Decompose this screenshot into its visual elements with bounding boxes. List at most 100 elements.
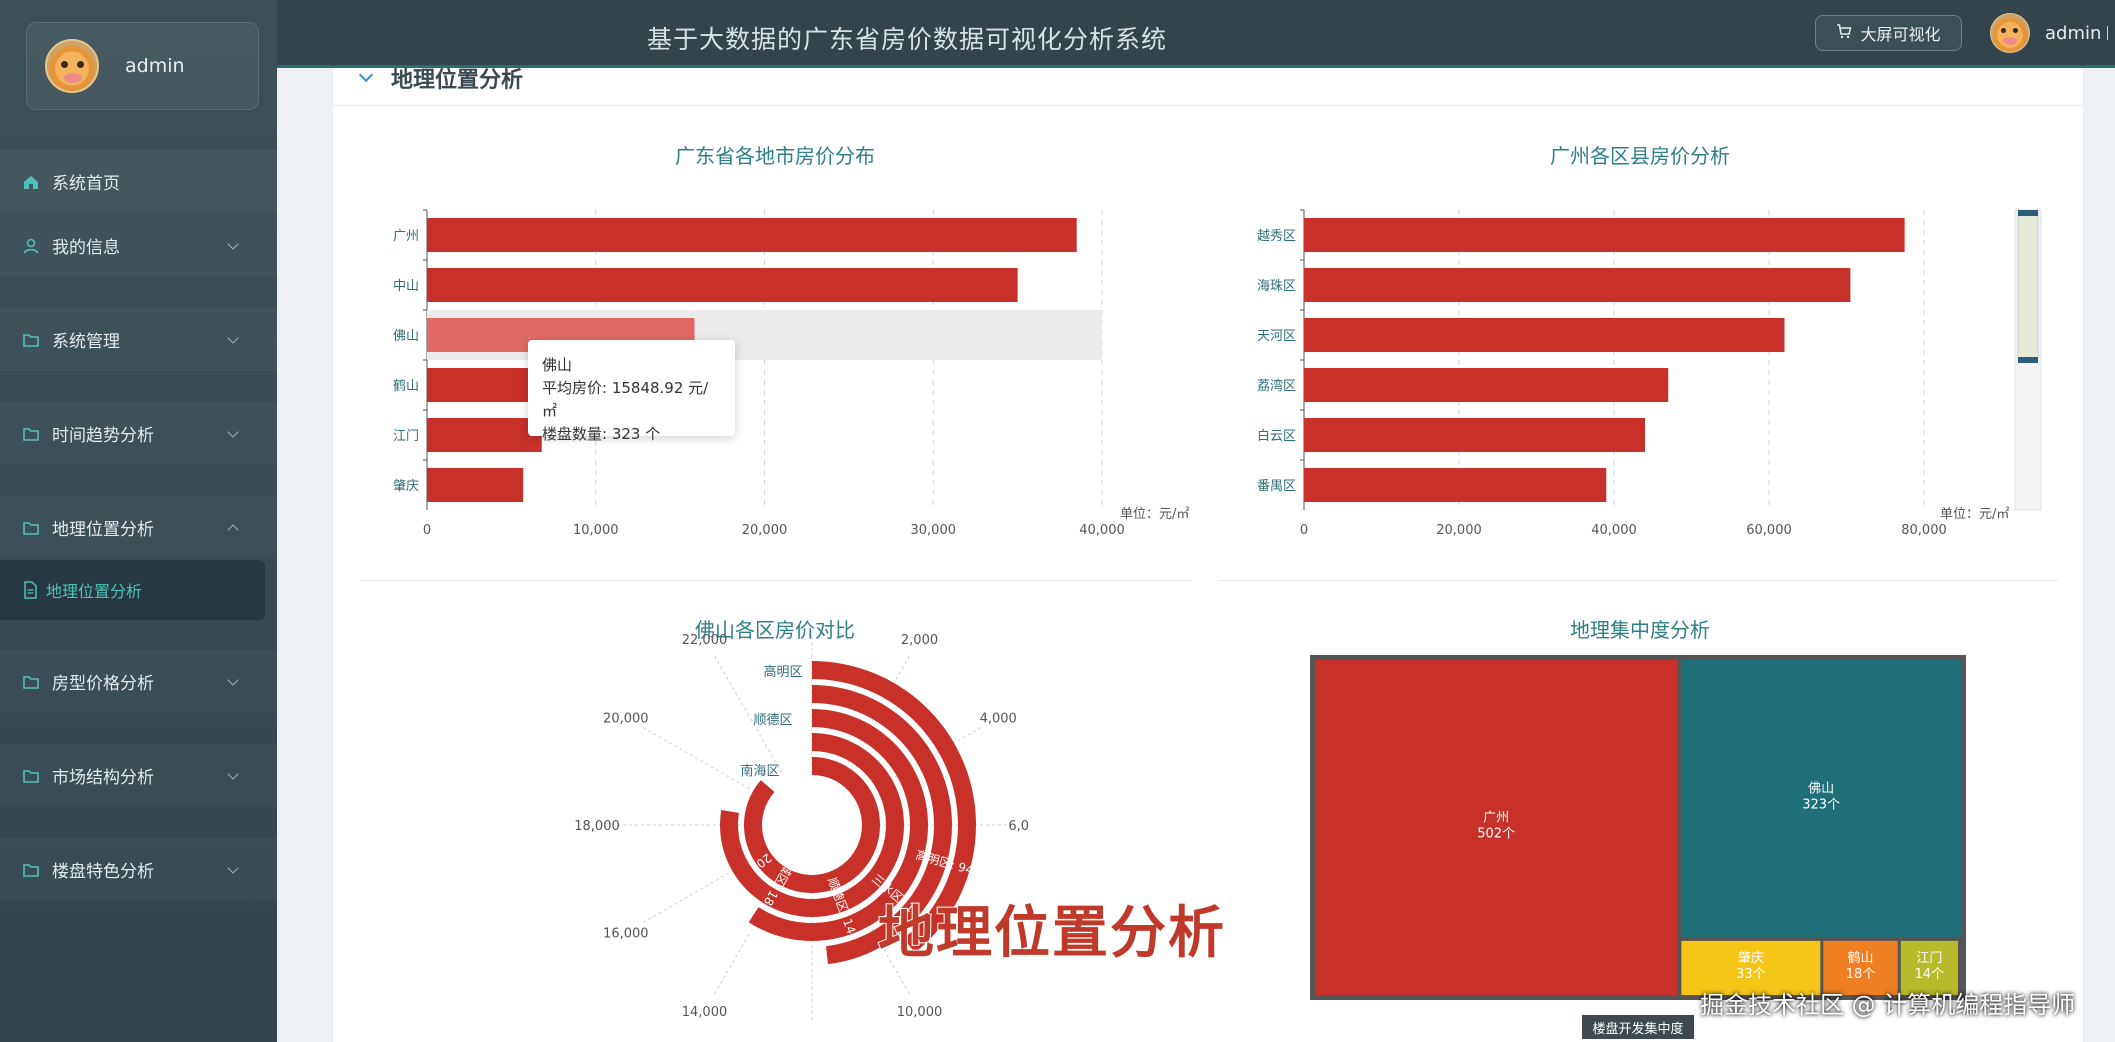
sidebar-item-label: 地理位置分析 <box>52 520 154 540</box>
chart-province-bar[interactable]: 0 10,000 20,000 30,000 40,000 广州中山佛山鹤山江门肇庆单位：… <box>360 195 1192 545</box>
x-tick-label: 20,000 <box>1436 523 1482 538</box>
bar <box>427 218 1077 252</box>
avatar <box>45 39 99 93</box>
sidebar: admin 系统首页 我的信息 系统管理 时间趋势分析 地理位置分析 地理位置分… <box>0 0 277 1042</box>
sidebar-item-label: 楼盘特色分析 <box>52 862 154 882</box>
angle-tick-label: 22,000 <box>682 633 728 648</box>
top-header: 基于大数据的广东省房价数据可视化分析系统 大屏可视化 admin <box>277 0 2115 68</box>
chart-guangzhou-bar[interactable]: 0 20,000 40,000 60,000 80,000 越秀区海珠区天河区荔湾区白云区… <box>1218 195 2058 545</box>
treemap-cell-name: 肇庆 <box>1738 951 1764 966</box>
sidebar-item-label: 时间趋势分析 <box>52 426 154 446</box>
chevron-down-icon <box>227 238 239 250</box>
y-tick-label: 佛山 <box>393 329 419 344</box>
treemap-cell-value: 14个 <box>1915 967 1945 982</box>
y-tick-label: 鹤山 <box>393 378 419 394</box>
bar <box>1304 418 1645 452</box>
sidebar-item-market[interactable]: 市场结构分析 <box>0 744 277 808</box>
x-tick-label: 80,000 <box>1901 523 1947 538</box>
angle-tick-label: 4,000 <box>980 712 1017 727</box>
page-title: 基于大数据的广东省房价数据可视化分析系统 <box>646 25 1167 54</box>
bar <box>427 418 542 452</box>
radial-category-label: 高明区 <box>763 664 802 680</box>
chart-treemap[interactable]: 广州502个 佛山323个肇庆33个 鹤山18个 江门14个 <box>1310 655 1966 1000</box>
treemap-legend: 楼盘开发集中度 <box>1582 1015 1694 1039</box>
folder-icon <box>20 423 42 445</box>
chart-tooltip: 佛山 平均房价: 15848.92 元/㎡ 楼盘数量: 323 个 <box>528 340 735 443</box>
sidebar-item-time-trend[interactable]: 时间趋势分析 <box>0 402 277 466</box>
bar <box>427 468 524 502</box>
chart-foshan-polar[interactable]: 02,0004,0006,00010,00012,00014,00016,000… <box>530 630 1030 1030</box>
radial-category-label: 顺德区 <box>753 713 792 728</box>
user-icon <box>20 235 42 257</box>
header-avatar[interactable] <box>1990 13 2030 53</box>
big-screen-label: 大屏可视化 <box>1860 25 1941 44</box>
y-tick-label: 肇庆 <box>393 479 419 494</box>
treemap-cell-value: 18个 <box>1846 967 1876 982</box>
angle-tick-label: 14,000 <box>682 1005 728 1020</box>
y-tick-label: 海珠区 <box>1257 279 1296 294</box>
chevron-up-icon <box>227 524 239 536</box>
chart-title-province: 广东省各地市房价分布 <box>675 144 875 168</box>
chart-title-guangzhou: 广州各区县房价分析 <box>1550 144 1730 168</box>
datazoom-handle <box>2018 210 2038 216</box>
folder-icon <box>20 671 42 693</box>
sidebar-item-room-price[interactable]: 房型价格分析 <box>0 650 277 714</box>
sidebar-item-features[interactable]: 楼盘特色分析 <box>0 838 277 902</box>
tooltip-title: 佛山 <box>542 356 573 374</box>
x-tick-label: 40,000 <box>1079 523 1125 538</box>
folder-icon <box>20 859 42 881</box>
sidebar-item-label: 系统管理 <box>52 332 120 352</box>
header-divider <box>2107 26 2113 40</box>
chevron-down-icon <box>227 768 239 780</box>
section-header[interactable]: 地理位置分析 <box>333 67 2083 106</box>
bar <box>1304 218 1905 252</box>
sidebar-item-label: 系统首页 <box>52 174 120 194</box>
treemap-cell-value: 502个 <box>1477 827 1515 842</box>
sidebar-item-system[interactable]: 系统管理 <box>0 308 277 372</box>
treemap-cell-name: 江门 <box>1916 951 1942 966</box>
cart-icon <box>1836 23 1852 43</box>
y-tick-label: 中山 <box>393 279 419 294</box>
sidebar-user-card[interactable]: admin <box>26 22 259 110</box>
x-tick-label: 0 <box>1300 523 1308 538</box>
sidebar-item-label: 市场结构分析 <box>52 768 154 788</box>
y-tick-label: 白云区 <box>1257 428 1296 444</box>
angle-tick-label: 16,000 <box>603 927 649 942</box>
chevron-down-icon <box>358 67 374 83</box>
bar <box>1304 268 1851 302</box>
angle-tick-label: 10,000 <box>897 1005 943 1020</box>
y-tick-label: 广州 <box>393 229 419 244</box>
chevron-down-icon <box>227 332 239 344</box>
x-tick-label: 20,000 <box>742 523 788 538</box>
document-icon <box>22 581 38 599</box>
divider <box>1218 580 2058 581</box>
sidebar-item-my-info[interactable]: 我的信息 <box>0 214 277 278</box>
chevron-down-icon <box>227 426 239 438</box>
home-icon <box>20 171 42 193</box>
treemap-cell-value: 323个 <box>1802 797 1840 812</box>
sidebar-item-geo[interactable]: 地理位置分析 <box>0 496 277 560</box>
datazoom-handle <box>2018 357 2038 363</box>
treemap-cell-name: 广州 <box>1483 811 1509 826</box>
sidebar-item-label: 房型价格分析 <box>52 674 154 694</box>
x-tick-label: 40,000 <box>1591 523 1637 538</box>
sidebar-subitem-geo-analysis[interactable]: 地理位置分析 <box>0 560 265 620</box>
bar <box>1304 318 1785 352</box>
tooltip-avg-price: 平均房价: 15848.92 元/㎡ <box>542 379 709 420</box>
bar <box>1304 368 1669 402</box>
treemap-cell-value: 33个 <box>1736 967 1766 982</box>
sidebar-item-label: 我的信息 <box>52 238 120 258</box>
sidebar-item-home[interactable]: 系统首页 <box>0 150 277 214</box>
folder-icon <box>20 765 42 787</box>
y-tick-label: 荔湾区 <box>1257 378 1296 394</box>
angle-tick-label: 2,000 <box>901 633 938 648</box>
unit-label: 单位：元/㎡ <box>1940 507 2009 522</box>
big-screen-button[interactable]: 大屏可视化 <box>1815 15 1962 51</box>
datazoom-window <box>2017 212 2039 360</box>
x-tick-label: 30,000 <box>911 523 957 538</box>
folder-icon <box>20 517 42 539</box>
treemap-cell-name: 鹤山 <box>1848 950 1874 966</box>
header-username[interactable]: admin <box>2045 23 2101 44</box>
sidebar-username: admin <box>125 55 185 77</box>
angle-tick-label: 6,000 <box>1008 819 1030 834</box>
